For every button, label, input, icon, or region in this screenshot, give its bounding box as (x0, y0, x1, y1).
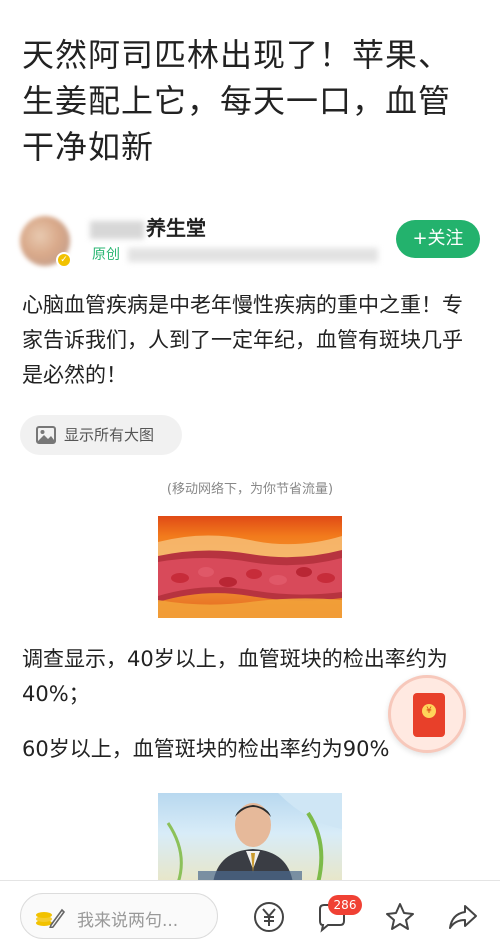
show-all-images-label: 显示所有大图 (64, 426, 155, 444)
red-packet-icon: ¥ (413, 693, 445, 737)
author-meta: 原创 (92, 244, 378, 264)
author-row: ✓ 养生堂 原创 +关注 (20, 212, 482, 272)
article-image-doctor[interactable] (158, 793, 342, 883)
network-note: (移动网络下，为你节省流量) (166, 482, 334, 497)
share-icon[interactable] (447, 901, 479, 933)
comment-input[interactable]: 我来说两句... (20, 893, 218, 939)
edit-icon (36, 908, 65, 928)
bottom-action-bar: 我来说两句... 286 (0, 880, 500, 950)
author-name-text: 养生堂 (146, 216, 206, 240)
original-tag: 原创 (92, 247, 120, 263)
comment-placeholder: 我来说两句... (77, 911, 179, 931)
article-paragraph-1: 心脑血管疾病是中老年慢性疾病的重中之重！专家告诉我们，人到了一定年纪，血管有斑块… (22, 293, 463, 387)
doctor-photo-illustration (166, 793, 342, 883)
author-name[interactable]: 养生堂 (90, 212, 206, 241)
yuan-coin-icon: ¥ (422, 704, 436, 718)
show-all-images-button[interactable]: 显示所有大图 (20, 415, 182, 455)
star-icon[interactable] (384, 901, 416, 933)
article-title: 天然阿司匹林出现了！苹果、生姜配上它，每天一口，血管干净如新 (22, 36, 452, 166)
v-badge-icon: ✓ (56, 252, 72, 268)
coin-icon[interactable] (253, 901, 285, 933)
blood-vessel-illustration (158, 535, 342, 618)
comment-count-badge: 286 (328, 895, 362, 915)
article-image-blood-vessel[interactable] (158, 516, 342, 618)
image-icon (36, 426, 56, 444)
blurred-text (90, 220, 144, 239)
red-packet-button[interactable]: ¥ (388, 675, 466, 753)
blurred-meta (128, 248, 378, 262)
follow-button[interactable]: +关注 (396, 220, 480, 258)
